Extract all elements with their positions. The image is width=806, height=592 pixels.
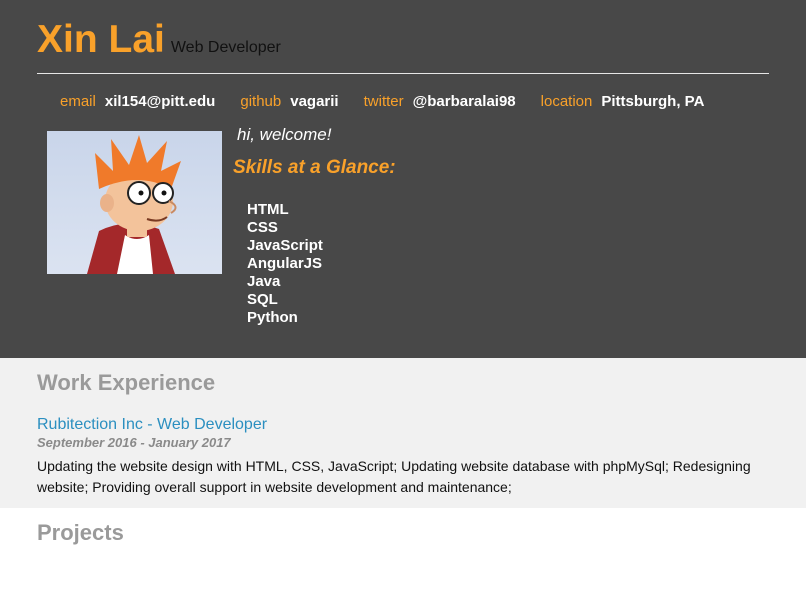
skill-item: HTML	[247, 201, 289, 218]
welcome-text: hi, welcome!	[237, 125, 332, 144]
work-experience-section: Work Experience Rubitection Inc - Web De…	[0, 358, 806, 508]
skills-list: HTML CSS JavaScript AngularJS Java SQL P…	[247, 201, 323, 327]
contact-value[interactable]: @barbaralai98	[413, 92, 516, 112]
profile-name: Xin Lai	[37, 18, 165, 61]
projects-section: Projects	[0, 508, 806, 592]
skill-item: Java	[247, 273, 281, 290]
contact-email: email xil154@pitt.edu	[60, 92, 215, 112]
skill-item: CSS	[247, 219, 278, 236]
contact-value[interactable]: vagarii	[290, 92, 338, 112]
header-divider	[37, 73, 769, 74]
contact-label: github	[240, 93, 282, 110]
job-title-link[interactable]: Rubitection Inc - Web Developer	[37, 416, 267, 434]
skills-title: Skills at a Glance:	[233, 157, 396, 178]
skill-item: SQL	[247, 291, 278, 308]
contact-label: location	[540, 93, 593, 110]
name-row: Xin Lai Web Developer	[37, 18, 281, 62]
section-title: Projects	[37, 520, 124, 545]
skill-item: JavaScript	[247, 237, 323, 254]
section-title: Work Experience	[37, 370, 216, 395]
contact-value: Pittsburgh, PA	[601, 93, 705, 110]
profile-header: Xin Lai Web Developer email xil154@pitt.…	[0, 0, 806, 358]
job-dates: September 2016 - January 2017	[37, 435, 231, 450]
skill-item: Python	[247, 309, 298, 326]
skill-item: AngularJS	[247, 255, 323, 272]
profile-role: Web Developer	[170, 39, 281, 56]
contact-label: email	[60, 93, 96, 110]
contact-bar: email xil154@pitt.edu github vagarii twi…	[60, 92, 729, 112]
contact-label: twitter	[363, 93, 404, 110]
contact-github: github vagarii	[240, 92, 338, 112]
contact-twitter: twitter @barbaralai98	[364, 92, 516, 112]
contact-value[interactable]: xil154@pitt.edu	[105, 92, 216, 112]
cartoon-avatar-icon	[87, 135, 181, 274]
avatar	[47, 131, 222, 274]
contact-location: location Pittsburgh, PA	[541, 92, 705, 112]
job-description: Updating the website design with HTML, C…	[37, 458, 751, 495]
